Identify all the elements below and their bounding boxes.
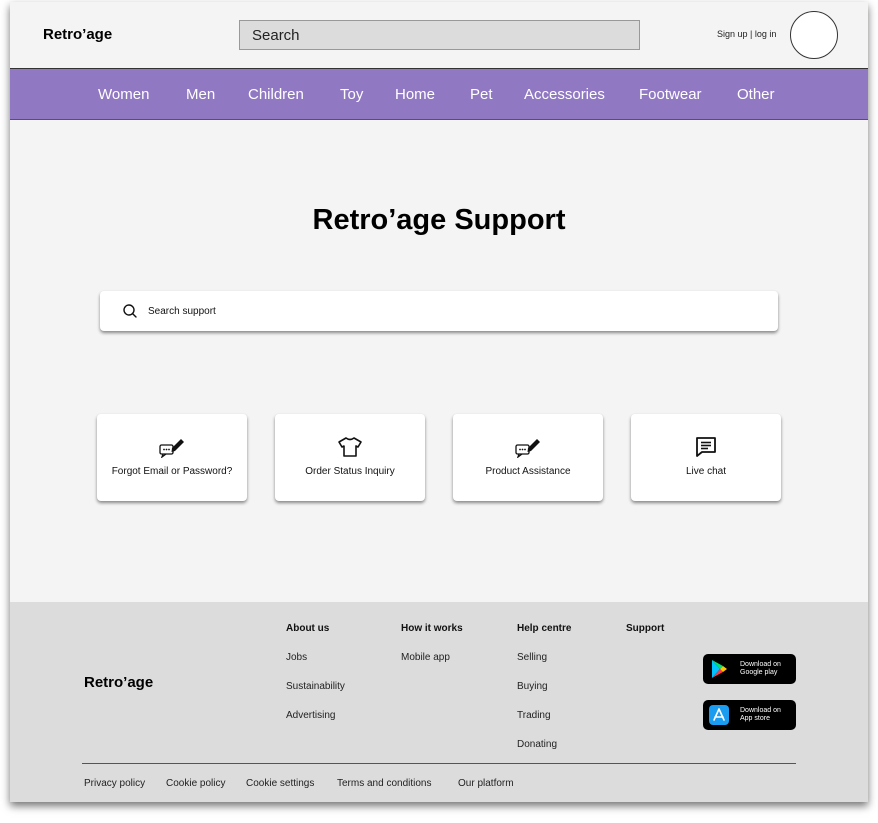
nav-item-women[interactable]: Women <box>98 86 149 103</box>
footer-link-trading[interactable]: Trading <box>517 710 551 721</box>
footer-link-sustainability[interactable]: Sustainability <box>286 681 345 692</box>
footer-link-mobile-app[interactable]: Mobile app <box>401 652 450 663</box>
footer-link-jobs[interactable]: Jobs <box>286 652 307 663</box>
store-line2: App store <box>740 715 770 722</box>
app-store-button[interactable]: Download on App store <box>703 700 796 730</box>
google-play-button[interactable]: Download on Google play <box>703 654 796 684</box>
footer-link-selling[interactable]: Selling <box>517 652 547 663</box>
page-frame: Retro’age Search Sign up | log in Women … <box>10 2 868 802</box>
sign-up-login-link[interactable]: Sign up | log in <box>717 29 776 39</box>
nav-item-toy[interactable]: Toy <box>340 86 363 103</box>
nav-item-home[interactable]: Home <box>395 86 435 103</box>
card-product-assistance[interactable]: Product Assistance <box>453 414 603 501</box>
app-store-icon <box>709 705 729 725</box>
tshirt-icon <box>338 437 362 457</box>
card-label: Live chat <box>685 466 727 477</box>
card-label: Forgot Email or Password? <box>111 466 233 477</box>
card-order-status-inquiry[interactable]: Order Status Inquiry <box>275 414 425 501</box>
footer-divider <box>82 763 796 764</box>
search-input[interactable]: Search <box>239 20 640 50</box>
legal-link-cookie-settings[interactable]: Cookie settings <box>246 778 314 789</box>
google-play-icon <box>712 660 727 678</box>
card-live-chat[interactable]: Live chat <box>631 414 781 501</box>
category-nav: Women Men Children Toy Home Pet Accessor… <box>10 69 868 120</box>
legal-link-privacy-policy[interactable]: Privacy policy <box>84 778 145 789</box>
footer-heading-how-it-works[interactable]: How it works <box>401 623 463 634</box>
store-line1: Download on <box>740 707 781 714</box>
footer-logo[interactable]: Retro’age <box>84 674 153 691</box>
header: Retro’age Search Sign up | log in <box>10 2 868 69</box>
legal-link-terms-and-conditions[interactable]: Terms and conditions <box>337 778 432 789</box>
card-label: Product Assistance <box>485 466 571 477</box>
footer-link-advertising[interactable]: Advertising <box>286 710 335 721</box>
nav-item-men[interactable]: Men <box>186 86 215 103</box>
card-label: Order Status Inquiry <box>305 466 395 477</box>
logo[interactable]: Retro’age <box>43 26 112 43</box>
nav-item-accessories[interactable]: Accessories <box>524 86 605 103</box>
store-line2: Google play <box>740 669 778 676</box>
page-title: Retro’age Support <box>312 204 566 236</box>
message-icon <box>696 437 716 457</box>
footer-link-buying[interactable]: Buying <box>517 681 548 692</box>
legal-link-our-platform[interactable]: Our platform <box>458 778 514 789</box>
card-forgot-email-password[interactable]: Forgot Email or Password? <box>97 414 247 501</box>
avatar[interactable] <box>790 11 838 59</box>
footer-heading-about-us[interactable]: About us <box>286 623 329 634</box>
nav-item-footwear[interactable]: Footwear <box>639 86 702 103</box>
nav-item-other[interactable]: Other <box>737 86 775 103</box>
search-icon <box>123 304 137 318</box>
footer-heading-help-centre[interactable]: Help centre <box>517 623 571 634</box>
nav-item-pet[interactable]: Pet <box>470 86 493 103</box>
chat-edit-icon <box>159 439 184 458</box>
legal-link-cookie-policy[interactable]: Cookie policy <box>166 778 225 789</box>
footer: Retro’age About us Jobs Sustainability A… <box>10 602 868 802</box>
support-search-placeholder: Search support <box>148 306 216 317</box>
footer-heading-support[interactable]: Support <box>626 623 664 634</box>
store-line1: Download on <box>740 661 781 668</box>
support-search-input[interactable]: Search support <box>100 291 778 331</box>
nav-item-children[interactable]: Children <box>248 86 304 103</box>
chat-edit-icon <box>515 439 540 458</box>
footer-link-donating[interactable]: Donating <box>517 739 557 750</box>
